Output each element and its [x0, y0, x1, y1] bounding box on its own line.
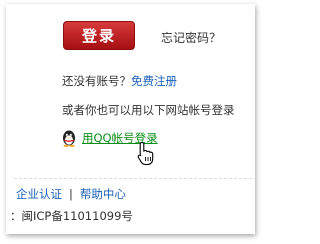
footer-separator: | — [69, 187, 73, 201]
register-prompt: 还没有账号？ — [62, 74, 131, 88]
footer-links: 企业认证 | 帮助中心 — [16, 186, 126, 202]
register-row: 还没有账号？免费注册 — [62, 73, 177, 89]
enterprise-cert-link[interactable]: 企业认证 — [16, 187, 62, 201]
icp-license: ：闽ICP备11011099号 — [10, 209, 133, 223]
alt-login-text: 或者你也可以用以下网站帐号登录 — [62, 103, 235, 117]
login-button[interactable]: 登录 — [63, 21, 135, 50]
help-center-link[interactable]: 帮助中心 — [80, 187, 126, 201]
qq-penguin-icon — [63, 130, 75, 147]
forgot-password-link[interactable]: 忘记密码？ — [161, 29, 221, 46]
footer-divider — [14, 178, 255, 179]
login-panel: 登录 忘记密码？ 还没有账号？免费注册 或者你也可以用以下网站帐号登录 用QQ帐… — [6, 4, 255, 234]
hand-pointer-icon — [137, 141, 154, 166]
register-link[interactable]: 免费注册 — [131, 74, 177, 88]
